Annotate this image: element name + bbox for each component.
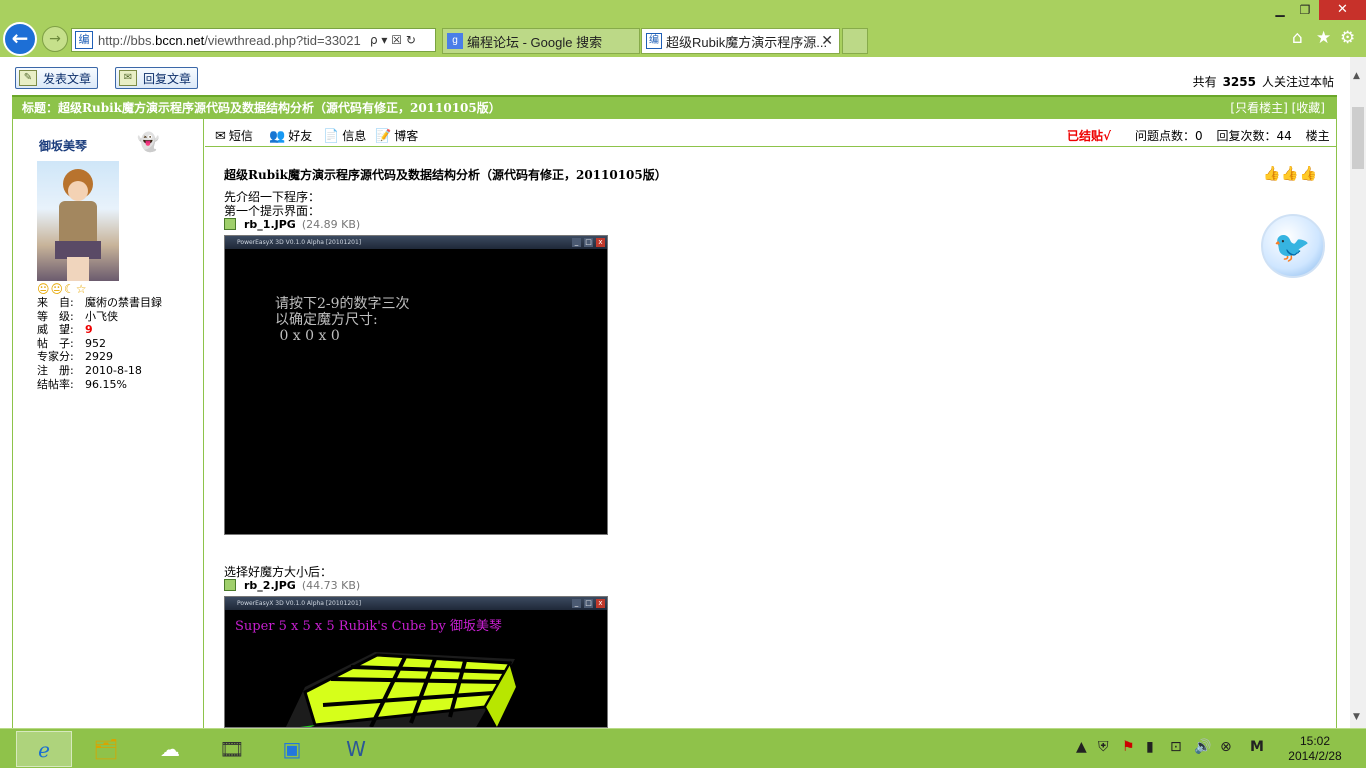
ie-taskbar-icon[interactable]: ℯ: [16, 731, 72, 767]
post-title: 超级Rubik魔方演示程序源代码及数据结构分析（源代码有修正，20110105版…: [224, 168, 667, 182]
close-tab-icon[interactable]: ✕: [821, 32, 833, 49]
username[interactable]: 御坂美琴: [39, 137, 87, 154]
cloud-app-icon[interactable]: ☁: [142, 731, 198, 767]
power-icon[interactable]: ▮: [1146, 739, 1154, 755]
sms-icon: ✉: [215, 129, 226, 144]
new-tab-button[interactable]: [842, 28, 868, 54]
friends-icon: 👥: [269, 129, 286, 144]
thread-title-bar: 标题：超级Rubik魔方演示程序源代码及数据结构分析（源代码有修正，201101…: [12, 95, 1337, 119]
info-icon: 📄: [323, 129, 340, 144]
reply-article-button[interactable]: ✉ 回复文章: [115, 67, 199, 89]
google-favicon-icon: g: [447, 33, 463, 49]
settings-gear-icon[interactable]: ⚙: [1340, 28, 1355, 48]
watch-count-text: 共有 3255 人关注过本帖: [1192, 75, 1334, 89]
scroll-thumb[interactable]: [1352, 107, 1364, 169]
info-button[interactable]: 📄 信息: [323, 127, 366, 144]
post-line-3: 选择好魔方大小后：: [224, 565, 333, 579]
address-controls[interactable]: ρ ▾ ☒ ↻: [370, 33, 416, 47]
profile-row-prestige: 威 望: 9: [37, 323, 93, 337]
site-favicon-icon: 编: [75, 31, 93, 49]
tab-label: 编程论坛 - Google 搜索: [467, 34, 603, 50]
forward-button[interactable]: →: [42, 26, 68, 52]
clock-date: 2014/2/28: [1288, 749, 1342, 763]
restore-icon[interactable]: ❐: [1293, 0, 1317, 20]
shot-window-titlebar: PowerEasyX 3D V0.1.0 Alpha [20101201] _ □…: [225, 236, 607, 249]
network-error-icon[interactable]: ⚑: [1122, 739, 1135, 755]
shot-window-titlebar: PowerEasyX 3D V0.1.0 Alpha [20101201] _ □…: [225, 597, 607, 610]
file-explorer-icon[interactable]: 🗂: [78, 731, 134, 767]
post-article-label: 发表文章: [43, 71, 92, 86]
post-user-bar: ✉ 短信 👥 好友 📄 信息 📝 博客 已结贴√ 问题点数：0 回复次数：44 楼主: [205, 119, 1336, 147]
input-method-icon[interactable]: M: [1250, 739, 1264, 755]
image-attachment-icon: [224, 579, 236, 591]
shot1-prompt-text: 请按下2-9的数字三次 以确定魔方尺寸: 0 x 0 x 0: [275, 296, 410, 344]
online-status-icon: 👻: [137, 132, 160, 153]
question-points: 问题点数：0: [1135, 129, 1203, 143]
shot2-title-text: Super 5 x 5 x 5 Rubik's Cube by 御坂美琴: [235, 619, 502, 634]
tab-google-search[interactable]: g 编程论坛 - Google 搜索: [442, 28, 640, 54]
bccn-favicon-icon: 编: [646, 33, 662, 49]
friend-button[interactable]: 👥 好友: [269, 127, 312, 144]
rank-icons: 😐😐☾☆: [37, 282, 88, 296]
reply-article-label: 回复文章: [143, 71, 192, 86]
favorites-star-icon[interactable]: ★: [1316, 28, 1331, 48]
scroll-down-icon[interactable]: ▼: [1353, 712, 1360, 722]
attachment-2[interactable]: rb_2.JPG (44.73 KB): [224, 579, 360, 592]
tab-label: 超级Rubik魔方演示程序源...: [666, 34, 828, 50]
close-circle-icon[interactable]: ⊗: [1220, 739, 1232, 755]
rubik-cube-graphic: [285, 652, 519, 727]
rating-thumbs-icon[interactable]: 👍👍👍: [1263, 166, 1318, 182]
post-stats: 问题点数：0 回复次数：44 楼主: [1135, 127, 1340, 144]
floating-bird-icon[interactable]: 🐦: [1261, 214, 1325, 278]
address-bar[interactable]: 编 http://bbs.bccn.net/viewthread.php?tid…: [71, 28, 436, 52]
profile-row-close-rate: 结帖率: 96.15%: [37, 377, 127, 391]
window-close-icon[interactable]: ✕: [1319, 0, 1366, 20]
sms-button[interactable]: ✉ 短信: [215, 127, 253, 144]
post-icon: ✎: [19, 70, 37, 86]
tray-expand-icon[interactable]: ▲: [1076, 739, 1087, 755]
browser-chrome: ← → 编 http://bbs.bccn.net/viewthread.php…: [0, 0, 1366, 57]
clock[interactable]: 15:02 2014/2/28: [1280, 734, 1350, 764]
back-button[interactable]: ←: [3, 22, 37, 56]
media-player-icon[interactable]: 🎞: [204, 731, 260, 767]
post-frame: [12, 119, 1337, 739]
blog-button[interactable]: 📝 博客: [375, 127, 418, 144]
blog-icon: 📝: [375, 129, 392, 144]
profile-row-registered: 注 册: 2010-8-18: [37, 363, 142, 377]
network-icon[interactable]: ⊡: [1170, 739, 1182, 755]
user-profile-info: 来 自: 魔術の禁書目録 等 级: 小飞侠 威 望: 9 帖 子: 952 专家分: 29…: [37, 296, 162, 391]
minimize-icon[interactable]: ▁: [1268, 0, 1292, 20]
profile-row-level: 等 级: 小飞侠: [37, 309, 118, 323]
url-text[interactable]: http://bbs.bccn.net/viewthread.php?tid=3…: [98, 33, 366, 48]
reply-count: 回复次数：44: [1216, 129, 1292, 143]
floor-label: 楼主: [1305, 129, 1330, 143]
profile-row-posts: 帖 子: 952: [37, 336, 106, 350]
word-icon[interactable]: W: [328, 731, 384, 767]
reply-icon: ✉: [119, 70, 137, 86]
image-attachment-icon: [224, 218, 236, 230]
clock-time: 15:02: [1299, 734, 1331, 748]
profile-row-from: 来 自: 魔術の禁書目録: [37, 296, 162, 309]
scroll-up-icon[interactable]: ▲: [1353, 71, 1360, 81]
screenshot-image-2[interactable]: PowerEasyX 3D V0.1.0 Alpha [20101201] _ □…: [224, 596, 608, 728]
screenshot-image-1[interactable]: PowerEasyX 3D V0.1.0 Alpha [20101201] _ □…: [224, 235, 608, 535]
taskbar: ℯ 🗂 ☁ 🎞 ▣ W ▲ ⛨ ⚑ ▮ ⊡ 🔊 ⊗ M 15:02 2014/2…: [0, 728, 1366, 768]
profile-row-expert: 专家分: 2929: [37, 350, 113, 364]
avatar: [37, 161, 119, 281]
volume-icon[interactable]: 🔊: [1194, 739, 1211, 755]
home-icon[interactable]: ⌂: [1292, 28, 1303, 48]
page-scrollbar[interactable]: ▲ ▼: [1350, 57, 1366, 728]
thread-title: 标题：超级Rubik魔方演示程序源代码及数据结构分析（源代码有修正，201101…: [22, 101, 501, 115]
security-shield-icon[interactable]: ⛨: [1098, 739, 1109, 755]
post-line-2: 第一个提示界面：: [224, 204, 321, 218]
app-window-icon[interactable]: ▣: [264, 731, 320, 767]
post-article-button[interactable]: ✎ 发表文章: [15, 67, 99, 89]
solved-badge: 已结贴√: [1067, 129, 1112, 143]
tab-rubik-thread[interactable]: 编 超级Rubik魔方演示程序源... ✕: [641, 28, 840, 54]
only-op-link[interactable]: [只看楼主]: [1230, 101, 1287, 115]
favorite-link[interactable]: [收藏]: [1292, 101, 1325, 115]
attachment-1[interactable]: rb_1.JPG (24.89 KB): [224, 218, 360, 231]
